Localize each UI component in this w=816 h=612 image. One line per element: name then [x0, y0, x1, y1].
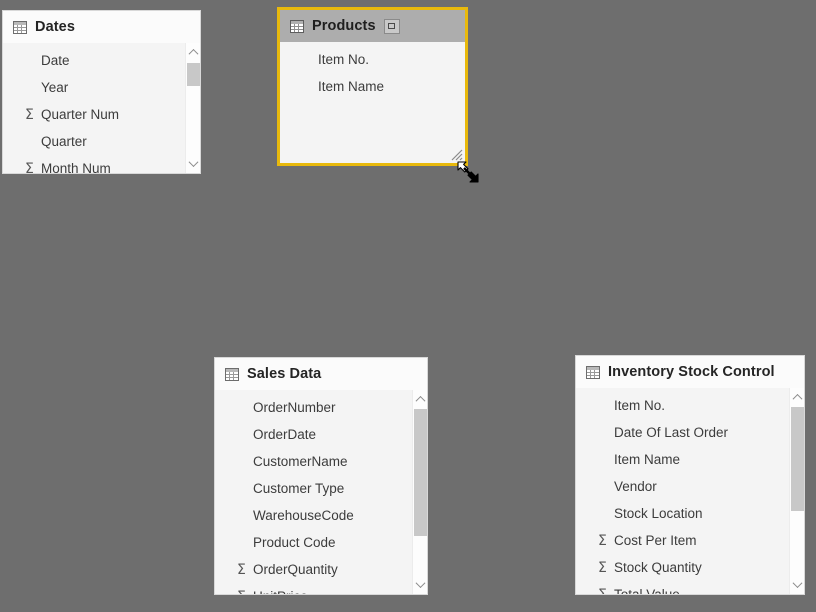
field-label: CustomerName: [253, 453, 348, 469]
field-row[interactable]: Σ Item Name: [280, 73, 465, 100]
field-label: OrderDate: [253, 426, 317, 442]
field-label: Item Name: [614, 451, 681, 467]
scroll-down-arrow-icon[interactable]: [413, 577, 427, 592]
field-label: Year: [41, 79, 69, 95]
field-label: Item No.: [318, 51, 370, 67]
table-grid-icon: [13, 20, 27, 34]
table-card-dates[interactable]: Dates Σ Date Σ Year Σ Quarter Num Σ Quar…: [2, 10, 201, 174]
field-row[interactable]: Σ OrderDate: [215, 421, 427, 448]
sigma-icon: Σ: [25, 160, 34, 174]
field-label: Quarter: [41, 133, 87, 149]
field-area-products: Σ Item No. Σ Item Name: [280, 42, 465, 163]
field-label: OrderNumber: [253, 399, 336, 415]
field-row[interactable]: Σ Stock Quantity: [576, 554, 804, 581]
field-row[interactable]: Σ Item No.: [280, 46, 465, 73]
field-row[interactable]: Σ Stock Location: [576, 500, 804, 527]
scrollbar-thumb[interactable]: [187, 63, 200, 86]
scroll-down-arrow-icon[interactable]: [186, 156, 200, 171]
table-grid-icon: [586, 365, 600, 379]
field-label: Vendor: [614, 478, 657, 494]
field-row[interactable]: Σ WarehouseCode: [215, 502, 427, 529]
field-row[interactable]: Σ Vendor: [576, 473, 804, 500]
field-list-products: Σ Item No. Σ Item Name: [280, 42, 465, 100]
field-row[interactable]: Σ Year: [3, 74, 200, 101]
field-row[interactable]: Σ UnitPrice: [215, 583, 427, 595]
field-row[interactable]: Σ Item No.: [576, 392, 804, 419]
field-area-inventory-stock-control: Σ Item No. Σ Date Of Last Order Σ Item N…: [576, 388, 804, 594]
table-card-sales-data[interactable]: Sales Data Σ OrderNumber Σ OrderDate Σ C…: [214, 357, 428, 595]
sigma-icon: Σ: [598, 532, 607, 549]
sigma-icon: Σ: [237, 590, 253, 595]
scrollbar-thumb[interactable]: [791, 407, 804, 511]
field-label: Item No.: [614, 397, 666, 413]
field-label: Total Value: [614, 588, 680, 594]
field-row[interactable]: Σ Month Num: [3, 155, 200, 174]
table-header-products[interactable]: Products: [280, 10, 465, 42]
field-row[interactable]: Σ Customer Type: [215, 475, 427, 502]
field-row[interactable]: Σ Quarter: [3, 128, 200, 155]
field-label: Month Num: [41, 160, 111, 173]
table-header-inventory-stock-control[interactable]: Inventory Stock Control: [576, 356, 804, 388]
sigma-icon: Σ: [598, 588, 614, 595]
field-label: Item Name: [318, 78, 385, 94]
field-area-sales-data: Σ OrderNumber Σ OrderDate Σ CustomerName…: [215, 390, 427, 594]
field-row[interactable]: Σ CustomerName: [215, 448, 427, 475]
table-header-sales-data[interactable]: Sales Data: [215, 358, 427, 390]
sigma-icon: Σ: [25, 106, 34, 123]
field-label: UnitPrice: [253, 590, 308, 594]
scroll-down-arrow-icon[interactable]: [790, 577, 804, 592]
sigma-icon: Σ: [598, 559, 607, 576]
scroll-up-arrow-icon[interactable]: [790, 390, 804, 405]
table-header-dates[interactable]: Dates: [3, 11, 200, 43]
table-card-products[interactable]: Products Σ Item No. Σ Item Name: [277, 7, 468, 166]
table-grid-icon: [290, 19, 304, 33]
table-title: Sales Data: [247, 365, 322, 382]
scroll-up-arrow-icon[interactable]: [413, 392, 427, 407]
field-label: Customer Type: [253, 480, 345, 496]
field-row[interactable]: Σ OrderNumber: [215, 394, 427, 421]
field-row[interactable]: Σ Product Code: [215, 529, 427, 556]
field-label: Stock Quantity: [614, 559, 702, 575]
sigma-icon: Σ: [237, 561, 246, 578]
field-label: Date Of Last Order: [614, 424, 729, 440]
field-row[interactable]: Σ Total Value: [576, 581, 804, 595]
resize-handle[interactable]: [451, 149, 463, 161]
table-grid-icon: [225, 367, 239, 381]
field-row[interactable]: Σ Date: [3, 47, 200, 74]
field-label: Date: [41, 52, 70, 68]
table-card-inventory-stock-control[interactable]: Inventory Stock Control Σ Item No. Σ Dat…: [575, 355, 805, 595]
field-label: WarehouseCode: [253, 507, 354, 523]
field-row[interactable]: Σ Quarter Num: [3, 101, 200, 128]
field-label: Cost Per Item: [614, 532, 697, 548]
scrollbar-sales-data[interactable]: [412, 390, 427, 594]
field-label: Stock Location: [614, 505, 703, 521]
scroll-up-arrow-icon[interactable]: [186, 45, 200, 60]
field-list-inventory-stock-control: Σ Item No. Σ Date Of Last Order Σ Item N…: [576, 388, 804, 594]
table-title: Dates: [35, 18, 75, 35]
field-row[interactable]: Σ Cost Per Item: [576, 527, 804, 554]
field-list-sales-data: Σ OrderNumber Σ OrderDate Σ CustomerName…: [215, 390, 427, 594]
field-label: Quarter Num: [41, 106, 120, 122]
field-row[interactable]: Σ Item Name: [576, 446, 804, 473]
field-area-dates: Σ Date Σ Year Σ Quarter Num Σ Quarter Σ …: [3, 43, 200, 173]
table-title: Inventory Stock Control: [608, 363, 775, 380]
table-title: Products: [312, 17, 376, 34]
maximize-icon[interactable]: [383, 18, 400, 34]
scrollbar-thumb[interactable]: [414, 409, 427, 536]
field-row[interactable]: Σ Date Of Last Order: [576, 419, 804, 446]
scrollbar-dates[interactable]: [185, 43, 200, 173]
field-label: Product Code: [253, 534, 336, 550]
scrollbar-inventory-stock-control[interactable]: [789, 388, 804, 594]
field-list-dates: Σ Date Σ Year Σ Quarter Num Σ Quarter Σ …: [3, 43, 200, 173]
field-label: OrderQuantity: [253, 561, 338, 577]
field-row[interactable]: Σ OrderQuantity: [215, 556, 427, 583]
